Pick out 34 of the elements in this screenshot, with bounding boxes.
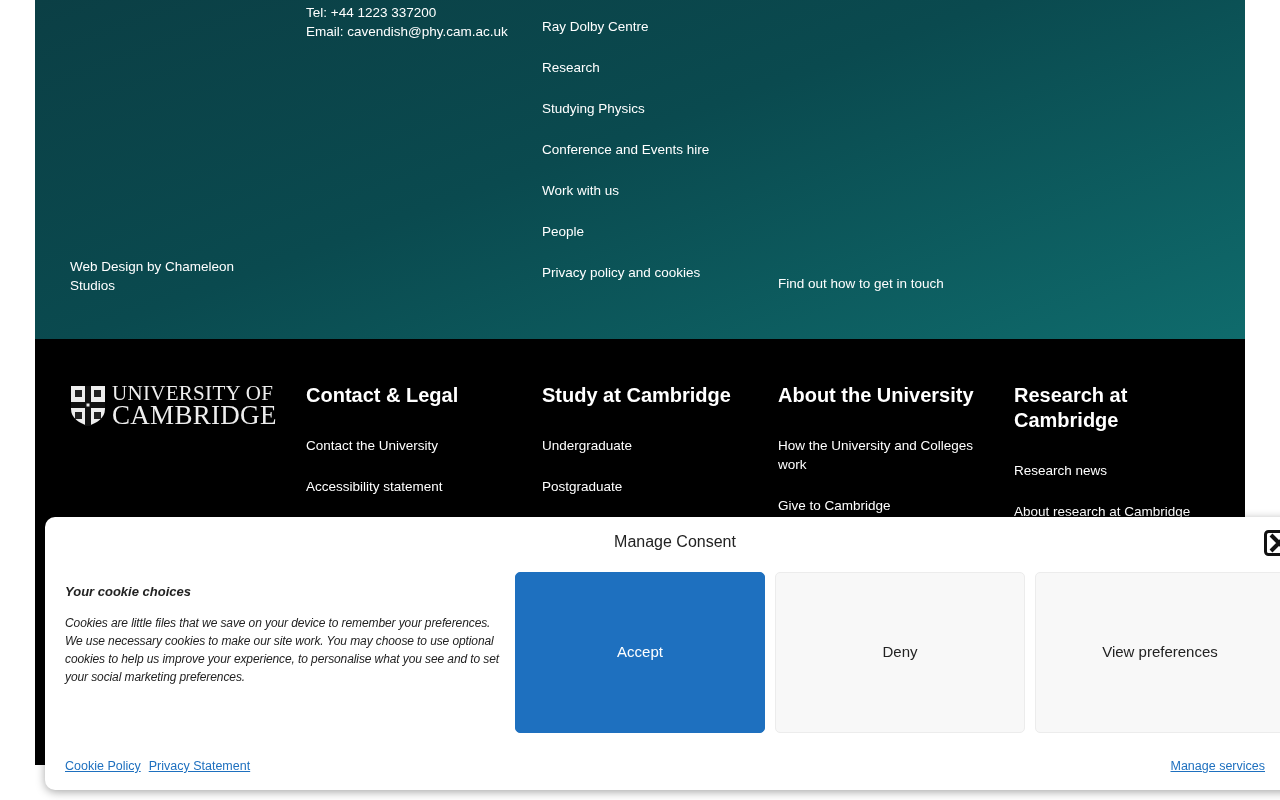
crest-icon [70, 384, 106, 427]
contact-line: Tel: +44 1223 337200 [306, 4, 438, 22]
footer-link[interactable]: Studying Physics [542, 99, 778, 119]
footer-link[interactable]: How the University and Colleges work [778, 436, 978, 474]
footer-link[interactable]: Undergraduate [542, 436, 742, 455]
footer-link[interactable]: Give to Cambridge [778, 496, 978, 515]
consent-button[interactable]: View preferences [1035, 572, 1280, 733]
dialog-title: Manage Consent [614, 532, 736, 552]
footer-link[interactable]: Work with us [542, 181, 778, 201]
policy-link[interactable]: Cookie Policy [65, 757, 141, 776]
consent-button[interactable]: Accept [515, 572, 765, 733]
university-logo-text: UNIVERSITY OF CAMBRIDGE [112, 384, 277, 427]
footer-link[interactable]: Postgraduate [542, 477, 742, 496]
footer-link[interactable]: Accessibility statement [306, 477, 506, 496]
footer-link[interactable]: Research [542, 58, 778, 78]
cookie-heading: Your cookie choices [65, 583, 192, 601]
column-heading: Contact & Legal [306, 383, 460, 408]
column-heading: Study at Cambridge [542, 383, 732, 408]
footer-link[interactable]: Privacy policy and cookies [542, 263, 778, 283]
footer-link[interactable]: About research at Cambridge [1014, 502, 1214, 521]
footer-link[interactable]: Conference and Events hire [542, 140, 778, 160]
column-heading: About the University [778, 383, 975, 408]
footer-link[interactable]: People [542, 222, 778, 242]
footer-link[interactable]: Research news [1014, 461, 1214, 480]
contact-line: Email: cavendish@phy.cam.ac.uk [306, 23, 509, 41]
footer-link[interactable]: Ray Dolby Centre [542, 17, 778, 37]
footer-link[interactable]: Contact the University [306, 436, 506, 455]
column-heading: Research at Cambridge [1014, 383, 1129, 433]
policy-link[interactable]: Privacy Statement [148, 757, 251, 776]
cookie-description: Cookies are little files that we save on your device to remember your preferences. We use necessary cookies to make our site work. You may choose to use optional cookies to help us improve your experience, to personalise what you see and to set your social marketing preferences. [65, 614, 501, 686]
credit-link[interactable]: Web Design by Chameleon Studios [70, 257, 250, 295]
manage-services-link[interactable]: Manage services [1170, 757, 1265, 776]
consent-button[interactable]: Deny [775, 572, 1025, 733]
contact-link[interactable]: Find out how to get in touch [778, 273, 1014, 294]
